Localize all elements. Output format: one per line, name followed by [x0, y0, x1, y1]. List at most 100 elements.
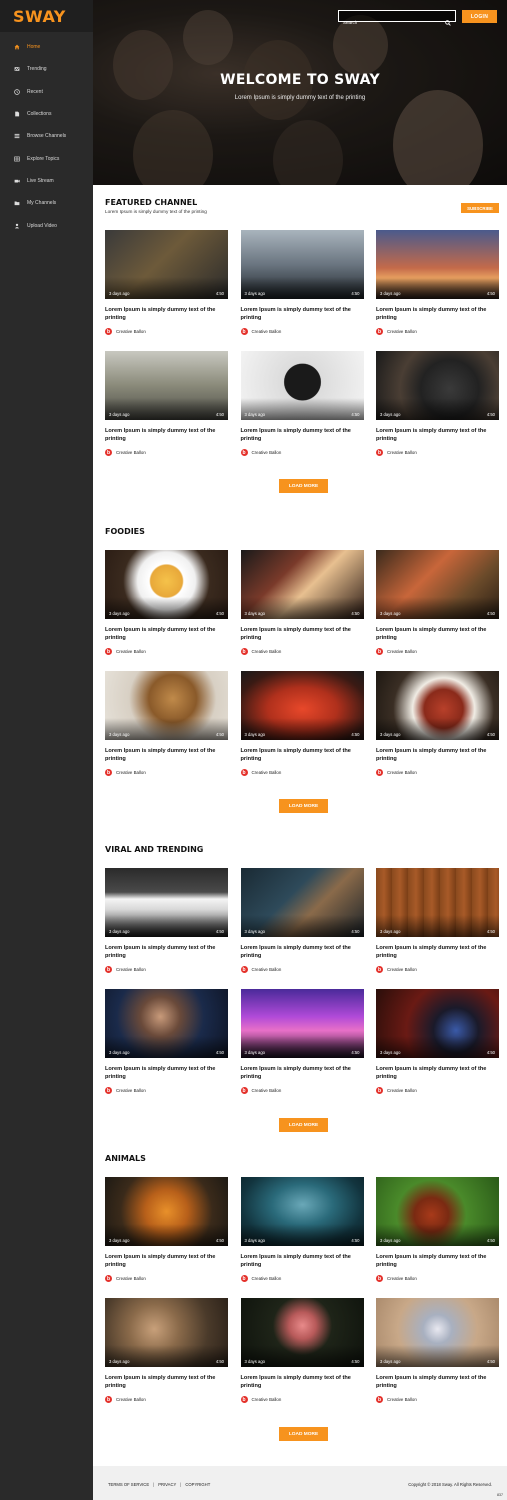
load-more-button[interactable]: LOAD MORE [279, 799, 328, 813]
channel-info[interactable]: b Creative Ballon [105, 328, 228, 335]
video-thumbnail[interactable]: 3 days ago 4:50 [105, 671, 228, 740]
video-title[interactable]: Lorem Ipsum is simply dummy text of the … [376, 944, 491, 960]
video-card[interactable]: 3 days ago 4:50 Lorem Ipsum is simply du… [240, 989, 364, 1110]
video-title[interactable]: Lorem Ipsum is simply dummy text of the … [105, 747, 220, 763]
video-card[interactable]: 3 days ago 4:50 Lorem Ipsum is simply du… [240, 550, 364, 671]
video-card[interactable]: 3 days ago 4:50 Lorem Ipsum is simply du… [105, 230, 228, 351]
video-title[interactable]: Lorem Ipsum is simply dummy text of the … [241, 427, 356, 443]
search-input[interactable] [339, 17, 439, 28]
video-title[interactable]: Lorem Ipsum is simply dummy text of the … [241, 306, 356, 322]
video-thumbnail[interactable]: 3 days ago 4:50 [376, 550, 499, 619]
video-card[interactable]: 3 days ago 4:50 Lorem Ipsum is simply du… [240, 1298, 364, 1419]
video-thumbnail[interactable]: 3 days ago 4:50 [105, 989, 228, 1058]
video-thumbnail[interactable]: 3 days ago 4:50 [240, 1177, 364, 1246]
channel-info[interactable]: b Creative Ballon [376, 1087, 499, 1094]
footer-link-privacy[interactable]: PRIVACY [158, 1482, 176, 1487]
channel-info[interactable]: b Creative Ballon [376, 328, 499, 335]
video-title[interactable]: Lorem Ipsum is simply dummy text of the … [241, 626, 356, 642]
video-title[interactable]: Lorem Ipsum is simply dummy text of the … [376, 1374, 491, 1390]
video-card[interactable]: 3 days ago 4:50 Lorem Ipsum is simply du… [376, 671, 499, 792]
video-thumbnail[interactable]: 3 days ago 4:50 [376, 1177, 499, 1246]
video-title[interactable]: Lorem Ipsum is simply dummy text of the … [241, 944, 356, 960]
sidebar-item-explore-topics[interactable]: Explore Topics [0, 147, 93, 169]
footer-link-terms[interactable]: TERMS OF SERVICE [108, 1482, 149, 1487]
video-card[interactable]: 3 days ago 4:50 Lorem Ipsum is simply du… [240, 230, 364, 351]
load-more-button[interactable]: LOAD MORE [279, 1118, 328, 1132]
channel-info[interactable]: b Creative Ballon [240, 769, 364, 776]
video-card[interactable]: 3 days ago 4:50 Lorem Ipsum is simply du… [376, 989, 499, 1110]
video-thumbnail[interactable]: 3 days ago 4:50 [240, 230, 364, 299]
video-card[interactable]: 3 days ago 4:50 Lorem Ipsum is simply du… [376, 230, 499, 351]
video-title[interactable]: Lorem Ipsum is simply dummy text of the … [376, 626, 491, 642]
video-card[interactable]: 3 days ago 4:50 Lorem Ipsum is simply du… [376, 868, 499, 989]
video-card[interactable]: 3 days ago 4:50 Lorem Ipsum is simply du… [105, 1298, 228, 1419]
subscribe-button[interactable]: SUBSCRIBE [461, 203, 499, 213]
channel-info[interactable]: b Creative Ballon [376, 1275, 499, 1282]
video-card[interactable]: 3 days ago 4:50 Lorem Ipsum is simply du… [240, 671, 364, 792]
video-thumbnail[interactable]: 3 days ago 4:50 [240, 671, 364, 740]
video-thumbnail[interactable]: 3 days ago 4:50 [105, 868, 228, 937]
channel-info[interactable]: b Creative Ballon [105, 1087, 228, 1094]
video-title[interactable]: Lorem Ipsum is simply dummy text of the … [105, 1253, 220, 1269]
login-button[interactable]: LOGIN [462, 10, 497, 23]
video-title[interactable]: Lorem Ipsum is simply dummy text of the … [376, 1253, 491, 1269]
video-thumbnail[interactable]: 3 days ago 4:50 [105, 550, 228, 619]
search-icon[interactable] [445, 13, 451, 26]
video-card[interactable]: 3 days ago 4:50 Lorem Ipsum is simply du… [240, 1177, 364, 1298]
video-thumbnail[interactable]: 3 days ago 4:50 [376, 989, 499, 1058]
video-title[interactable]: Lorem Ipsum is simply dummy text of the … [105, 944, 220, 960]
video-card[interactable]: 3 days ago 4:50 Lorem Ipsum is simply du… [376, 351, 499, 472]
channel-info[interactable]: b Creative Ballon [105, 1275, 228, 1282]
video-card[interactable]: 3 days ago 4:50 Lorem Ipsum is simply du… [376, 1177, 499, 1298]
sidebar-item-trending[interactable]: Trending [0, 58, 93, 80]
video-card[interactable]: 3 days ago 4:50 Lorem Ipsum is simply du… [105, 550, 228, 671]
sidebar-item-home[interactable]: Home [0, 36, 93, 58]
video-card[interactable]: 3 days ago 4:50 Lorem Ipsum is simply du… [105, 671, 228, 792]
video-thumbnail[interactable]: 3 days ago 4:50 [105, 1177, 228, 1246]
video-title[interactable]: Lorem Ipsum is simply dummy text of the … [105, 626, 220, 642]
video-title[interactable]: Lorem Ipsum is simply dummy text of the … [376, 306, 491, 322]
video-title[interactable]: Lorem Ipsum is simply dummy text of the … [105, 306, 220, 322]
channel-info[interactable]: b Creative Ballon [376, 1396, 499, 1403]
sidebar-item-browse-channels[interactable]: Browse Channels [0, 125, 93, 147]
video-card[interactable]: 3 days ago 4:50 Lorem Ipsum is simply du… [105, 868, 228, 989]
video-thumbnail[interactable]: 3 days ago 4:50 [376, 351, 499, 420]
video-title[interactable]: Lorem Ipsum is simply dummy text of the … [241, 747, 356, 763]
video-thumbnail[interactable]: 3 days ago 4:50 [376, 1298, 499, 1367]
video-title[interactable]: Lorem Ipsum is simply dummy text of the … [241, 1253, 356, 1269]
video-thumbnail[interactable]: 3 days ago 4:50 [105, 230, 228, 299]
video-title[interactable]: Lorem Ipsum is simply dummy text of the … [105, 1065, 220, 1081]
video-title[interactable]: Lorem Ipsum is simply dummy text of the … [376, 1065, 491, 1081]
video-card[interactable]: 3 days ago 4:50 Lorem Ipsum is simply du… [240, 868, 364, 989]
channel-info[interactable]: b Creative Ballon [105, 1396, 228, 1403]
footer-link-copyright[interactable]: COPYRIGHT [185, 1482, 210, 1487]
channel-info[interactable]: b Creative Ballon [240, 648, 364, 655]
channel-info[interactable]: b Creative Ballon [105, 449, 228, 456]
video-title[interactable]: Lorem Ipsum is simply dummy text of the … [376, 427, 491, 443]
channel-info[interactable]: b Creative Ballon [376, 769, 499, 776]
video-thumbnail[interactable]: 3 days ago 4:50 [376, 868, 499, 937]
video-card[interactable]: 3 days ago 4:50 Lorem Ipsum is simply du… [376, 1298, 499, 1419]
sidebar-item-upload-video[interactable]: Upload Video [0, 214, 93, 236]
video-title[interactable]: Lorem Ipsum is simply dummy text of the … [105, 427, 220, 443]
video-thumbnail[interactable]: 3 days ago 4:50 [240, 1298, 364, 1367]
video-thumbnail[interactable]: 3 days ago 4:50 [105, 1298, 228, 1367]
channel-info[interactable]: b Creative Ballon [105, 648, 228, 655]
video-card[interactable]: 3 days ago 4:50 Lorem Ipsum is simply du… [105, 989, 228, 1110]
sidebar-item-collections[interactable]: Collections [0, 103, 93, 125]
channel-info[interactable]: b Creative Ballon [376, 648, 499, 655]
video-card[interactable]: 3 days ago 4:50 Lorem Ipsum is simply du… [105, 1177, 228, 1298]
sidebar-item-live-stream[interactable]: Live Stream [0, 170, 93, 192]
load-more-button[interactable]: LOAD MORE [279, 1427, 328, 1441]
channel-info[interactable]: b Creative Ballon [105, 966, 228, 973]
video-thumbnail[interactable]: 3 days ago 4:50 [240, 550, 364, 619]
sidebar-item-recent[interactable]: Recent [0, 81, 93, 103]
channel-info[interactable]: b Creative Ballon [105, 769, 228, 776]
channel-info[interactable]: b Creative Ballon [240, 966, 364, 973]
video-thumbnail[interactable]: 3 days ago 4:50 [376, 671, 499, 740]
video-title[interactable]: Lorem Ipsum is simply dummy text of the … [241, 1065, 356, 1081]
channel-info[interactable]: b Creative Ballon [376, 449, 499, 456]
video-thumbnail[interactable]: 3 days ago 4:50 [240, 868, 364, 937]
channel-info[interactable]: b Creative Ballon [240, 328, 364, 335]
load-more-button[interactable]: LOAD MORE [279, 479, 328, 493]
